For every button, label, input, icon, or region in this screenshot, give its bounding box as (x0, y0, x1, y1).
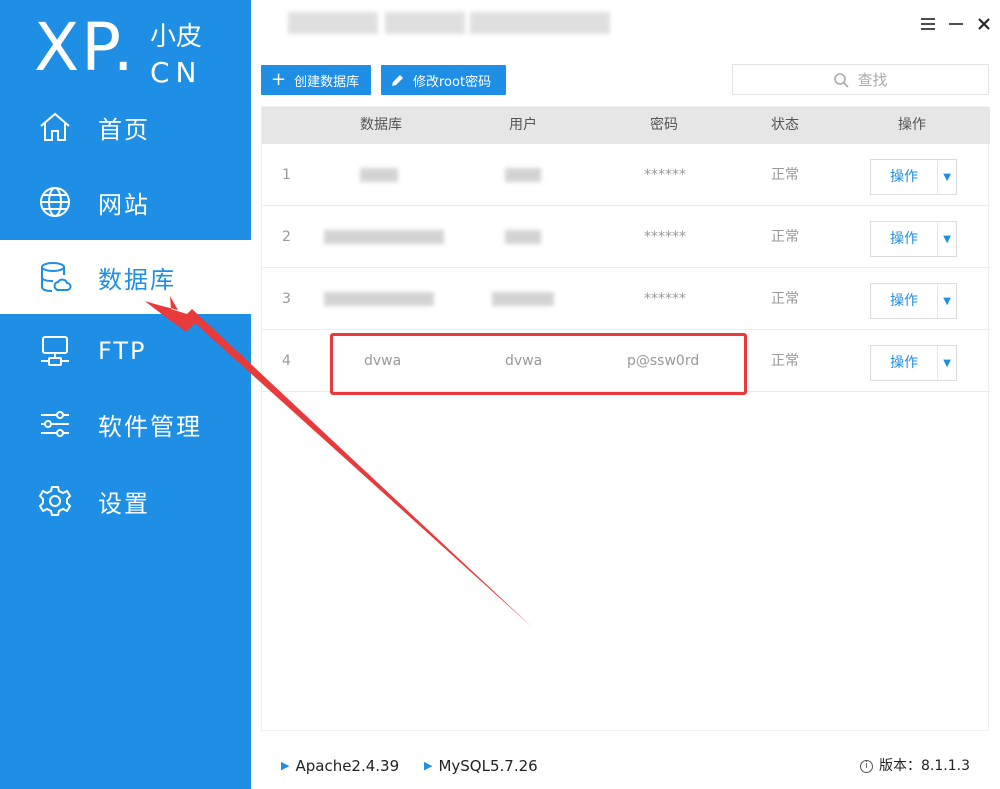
caret-down-icon[interactable]: ▼ (938, 222, 956, 256)
database-table: 数据库 用户 密码 状态 操作 1 ****** 正常 操作 ▼ 2 *****… (261, 106, 990, 731)
info-icon: i (860, 759, 874, 773)
action-label: 操作 (871, 346, 939, 380)
sidebar-item-label: 数据库 (98, 265, 176, 294)
mysql-service[interactable]: ▶ MySQL5.7.26 (424, 756, 538, 776)
globe-icon (36, 183, 74, 221)
close-icon[interactable] (974, 14, 994, 34)
minimize-icon[interactable] (946, 14, 966, 34)
sliders-icon (36, 405, 74, 443)
create-database-button[interactable]: + 创建数据库 (261, 65, 371, 95)
play-icon: ▶ (424, 759, 433, 772)
sidebar-item-ftp[interactable]: FTP (0, 314, 251, 388)
gear-icon (36, 482, 74, 520)
search-input[interactable]: 查找 (732, 64, 989, 95)
server-icon (36, 332, 74, 370)
window-title-blurred (470, 12, 610, 34)
database-icon (36, 258, 74, 296)
user-cell: dvwa (505, 353, 543, 369)
action-dropdown-button[interactable]: 操作 ▼ (870, 345, 957, 381)
action-label: 操作 (871, 160, 939, 194)
table-row: 1 ****** 正常 操作 ▼ (262, 144, 990, 206)
sidebar-item-home[interactable]: 首页 (0, 90, 251, 164)
sidebar-item-label: 设置 (98, 489, 150, 518)
row-index: 1 (282, 167, 291, 183)
redacted-database (324, 230, 444, 244)
table-row: 3 ****** 正常 操作 ▼ (262, 268, 990, 330)
column-header-user: 用户 (509, 117, 537, 133)
action-label: 操作 (871, 284, 939, 318)
password-cell: ****** (644, 229, 686, 245)
logo-text: XP. (34, 9, 136, 86)
search-placeholder: 查找 (857, 71, 888, 89)
menu-icon[interactable] (918, 14, 938, 34)
status-cell: 正常 (771, 291, 799, 307)
column-header-database: 数据库 (360, 117, 402, 133)
sidebar-item-software[interactable]: 软件管理 (0, 387, 251, 461)
apache-version: Apache2.4.39 (295, 757, 400, 775)
search-icon (834, 72, 850, 88)
sidebar-item-website[interactable]: 网站 (0, 165, 251, 239)
column-header-status: 状态 (771, 117, 799, 133)
status-cell: 正常 (771, 229, 799, 245)
plus-icon: + (271, 69, 287, 90)
column-header-password: 密码 (650, 117, 678, 133)
home-icon (36, 108, 74, 146)
password-cell: p@ssw0rd (627, 353, 700, 369)
caret-down-icon[interactable]: ▼ (938, 346, 956, 380)
version-label: 版本：8.1.1.3 (879, 758, 970, 774)
action-dropdown-button[interactable]: 操作 ▼ (870, 159, 957, 195)
window-title-blurred (288, 12, 378, 34)
sidebar-item-label: 网站 (98, 190, 150, 219)
row-index: 2 (282, 229, 291, 245)
sidebar-item-label: FTP (98, 337, 147, 365)
row-index: 3 (282, 291, 291, 307)
password-cell: ****** (644, 167, 686, 183)
column-header-action: 操作 (898, 117, 926, 133)
action-dropdown-button[interactable]: 操作 ▼ (870, 283, 957, 319)
sidebar: XP. 小皮 CN 首页 网站 数据库 FTP 软件管理 设置 (0, 0, 251, 789)
caret-down-icon[interactable]: ▼ (938, 284, 956, 318)
status-cell: 正常 (771, 353, 799, 369)
play-icon: ▶ (281, 759, 290, 772)
sidebar-item-database[interactable]: 数据库 (0, 240, 251, 314)
action-label: 操作 (871, 222, 939, 256)
redacted-user (505, 168, 541, 182)
edit-root-password-button[interactable]: 修改root密码 (381, 65, 506, 95)
pencil-icon (392, 75, 403, 86)
logo-domain: CN (150, 56, 203, 89)
action-dropdown-button[interactable]: 操作 ▼ (870, 221, 957, 257)
table-header: 数据库 用户 密码 状态 操作 (262, 107, 990, 144)
sidebar-item-label: 首页 (98, 115, 150, 144)
redacted-user (505, 230, 541, 244)
app-logo: XP. 小皮 CN (34, 9, 224, 88)
mysql-version: MySQL5.7.26 (438, 757, 538, 775)
redacted-database (360, 168, 398, 182)
edit-root-password-label: 修改root密码 (413, 74, 492, 90)
password-cell: ****** (644, 291, 686, 307)
window-title-blurred (385, 12, 465, 34)
redacted-database (324, 292, 434, 306)
database-cell: dvwa (364, 353, 402, 369)
redacted-user (492, 292, 554, 306)
version-info: i 版本：8.1.1.3 (860, 756, 970, 776)
table-row: 4 dvwa dvwa p@ssw0rd 正常 操作 ▼ (262, 330, 990, 392)
logo-subtext: 小皮 (150, 22, 203, 52)
table-row: 2 ****** 正常 操作 ▼ (262, 206, 990, 268)
apache-service[interactable]: ▶ Apache2.4.39 (281, 756, 399, 776)
create-database-label: 创建数据库 (294, 74, 360, 90)
status-bar: ▶ Apache2.4.39 ▶ MySQL5.7.26 i 版本：8.1.1.… (251, 741, 1000, 789)
row-index: 4 (282, 353, 291, 369)
caret-down-icon[interactable]: ▼ (938, 160, 956, 194)
status-cell: 正常 (771, 167, 799, 183)
sidebar-item-label: 软件管理 (98, 412, 202, 441)
sidebar-item-settings[interactable]: 设置 (0, 464, 251, 538)
